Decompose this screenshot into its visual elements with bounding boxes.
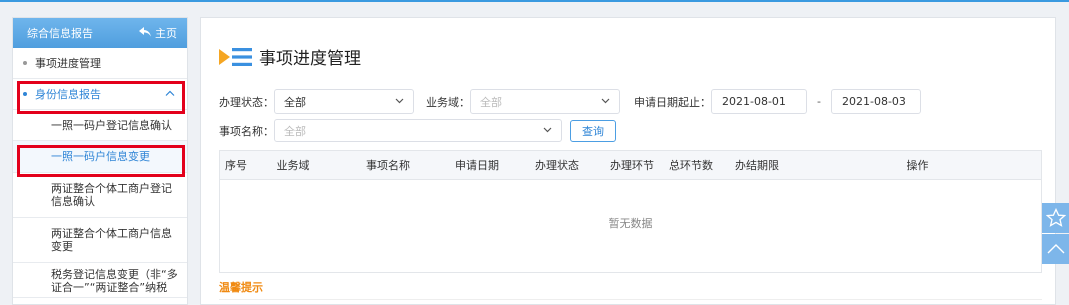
domain-select[interactable]: 全部: [470, 89, 620, 114]
date-range-label: 申请日期起止：: [634, 95, 711, 109]
sidebar-item-identity-report[interactable]: 身份信息报告: [13, 79, 187, 110]
filter-row-1: 办理状态： 全部 业务域： 全部 申请日期起止： 2021-08-01 - 20…: [219, 88, 921, 115]
chevron-up-icon: [165, 89, 175, 100]
sidebar-subitem-label: 税务登记信息变更（非“多证合一”“两证整合”纳税: [51, 268, 178, 294]
table-header: 序号 业务域 事项名称 申请日期 办理状态 办理环节 总环节数 办结期限 操作: [220, 151, 1041, 180]
main-panel: 事项进度管理 办理状态： 全部 业务域： 全部 申请日期起止： 2021-08-…: [200, 17, 1056, 305]
column-header: 序号: [225, 159, 247, 172]
sidebar-item-progress[interactable]: 事项进度管理: [13, 48, 187, 79]
column-header: 办理环节: [610, 159, 654, 172]
chevron-down-icon: [543, 126, 552, 136]
chevron-down-icon: [395, 97, 404, 107]
date-end-input[interactable]: 2021-08-03: [830, 89, 921, 114]
sidebar-item-label: 事项进度管理: [35, 57, 101, 70]
home-arrow-icon: [139, 26, 151, 40]
results-table: 序号 业务域 事项名称 申请日期 办理状态 办理环节 总环节数 办结期限 操作 …: [219, 150, 1042, 273]
status-label: 办理状态：: [219, 95, 274, 109]
page-title-row: 事项进度管理: [219, 44, 361, 69]
column-header: 申请日期: [455, 159, 499, 172]
top-accent-line: [0, 0, 1069, 2]
sidebar-subitem-tax-change[interactable]: 税务登记信息变更（非“多证合一”“两证整合”纳税: [13, 263, 187, 298]
item-name-label: 事项名称：: [219, 124, 274, 138]
sidebar-subitem-two-cert-confirm[interactable]: 两证整合个体工商户登记信息确认: [13, 173, 187, 218]
chevron-down-icon: [601, 97, 610, 107]
filter-row-2: 事项名称： 全部 查询: [219, 119, 616, 142]
domain-label: 业务域：: [426, 95, 470, 109]
item-name-placeholder: 全部: [284, 124, 306, 138]
column-header: 办结期限: [735, 159, 779, 172]
chevron-up-icon: [1047, 244, 1064, 254]
empty-state: 暂无数据: [608, 217, 653, 230]
column-header: 事项名称: [366, 159, 410, 172]
sidebar-subitem-label: 一照一码户登记信息确认: [51, 118, 172, 132]
favorite-button[interactable]: [1042, 203, 1069, 233]
column-header: 业务域: [276, 159, 310, 172]
sidebar-subitem-two-cert-change[interactable]: 两证整合个体工商户信息变更: [13, 218, 187, 263]
item-name-select[interactable]: 全部: [274, 119, 562, 142]
column-header: 办理状态: [535, 159, 579, 172]
home-link[interactable]: 主页: [139, 25, 177, 41]
sidebar-header-title: 综合信息报告: [27, 27, 93, 40]
bullet-icon: [23, 92, 27, 96]
sidebar-subitem-change[interactable]: 一照一码户信息变更: [13, 141, 187, 173]
divider: [219, 299, 1042, 300]
sidebar: 综合信息报告 主页 事项进度管理 身份信息报告 一照一码户登记信息确认 一照一码…: [12, 17, 188, 305]
column-header: 总环节数: [669, 159, 713, 172]
column-header: 操作: [906, 159, 929, 172]
sidebar-subitem-label: 一照一码户信息变更: [51, 150, 150, 163]
tips-title: 温馨提示: [219, 281, 263, 294]
sidebar-header: 综合信息报告 主页: [13, 18, 187, 48]
date-start-input[interactable]: 2021-08-01: [711, 89, 807, 114]
status-select[interactable]: 全部: [274, 89, 414, 114]
sidebar-item-label: 身份信息报告: [35, 88, 101, 101]
sidebar-subitem-confirm[interactable]: 一照一码户登记信息确认: [13, 110, 187, 141]
back-to-top-button[interactable]: [1042, 234, 1069, 264]
page-title: 事项进度管理: [259, 49, 361, 69]
date-separator: -: [817, 95, 821, 108]
sidebar-subitem-label: 两证整合个体工商户登记信息确认: [51, 182, 172, 208]
status-value: 全部: [284, 95, 306, 109]
star-icon: [1045, 208, 1066, 227]
query-button[interactable]: 查询: [570, 119, 616, 142]
list-title-icon: [219, 47, 252, 66]
domain-placeholder: 全部: [480, 95, 502, 109]
home-label: 主页: [155, 27, 177, 40]
bullet-icon: [23, 61, 27, 65]
sidebar-subitem-label: 两证整合个体工商户信息变更: [51, 227, 172, 253]
